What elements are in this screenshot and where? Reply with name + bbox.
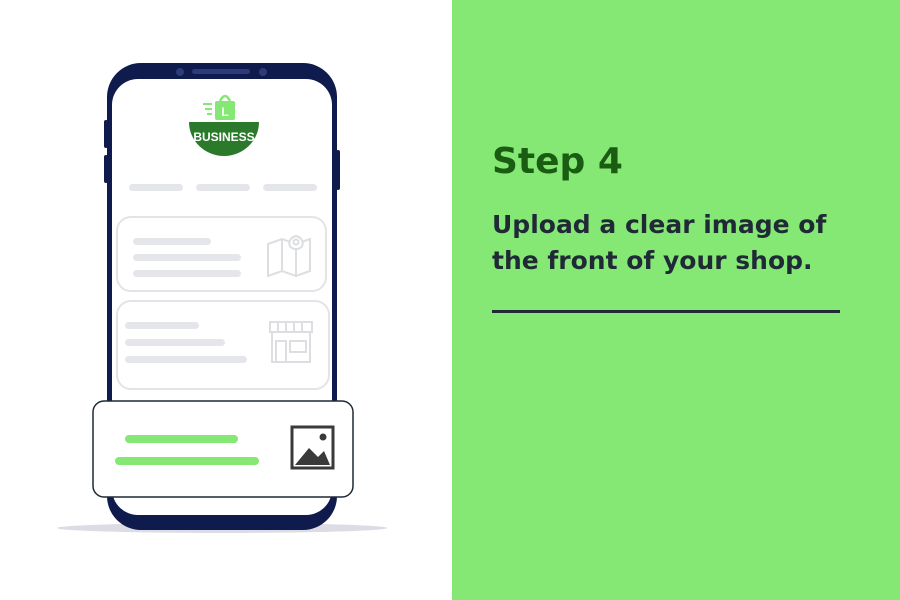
phone-side-button: [336, 150, 340, 190]
nav-placeholder: [196, 184, 250, 191]
divider: [492, 310, 840, 313]
step-title: Step 4: [492, 141, 623, 182]
phone-speaker: [192, 69, 250, 74]
step-description: Upload a clear image of the front of you…: [492, 210, 827, 275]
phone-side-button: [104, 120, 108, 148]
step-panel: Step 4 Upload a clear image of the front…: [452, 0, 900, 600]
phone-side-button: [104, 155, 108, 183]
logo-label: BUSINESS: [193, 130, 254, 144]
illustration-panel: BUSINESS L: [0, 0, 452, 600]
upload-image-card[interactable]: [92, 400, 354, 498]
shop-card: [116, 300, 330, 390]
upload-text-placeholder: [125, 435, 238, 443]
svg-text:L: L: [221, 105, 228, 119]
upload-text-placeholder: [115, 457, 259, 465]
location-card: [116, 216, 327, 292]
nav-placeholder: [129, 184, 183, 191]
phone-illustration: BUSINESS L: [57, 63, 387, 533]
front-sensor-icon: [259, 68, 267, 76]
front-camera-icon: [176, 68, 184, 76]
nav-placeholder: [263, 184, 317, 191]
image-icon[interactable]: [290, 425, 335, 470]
